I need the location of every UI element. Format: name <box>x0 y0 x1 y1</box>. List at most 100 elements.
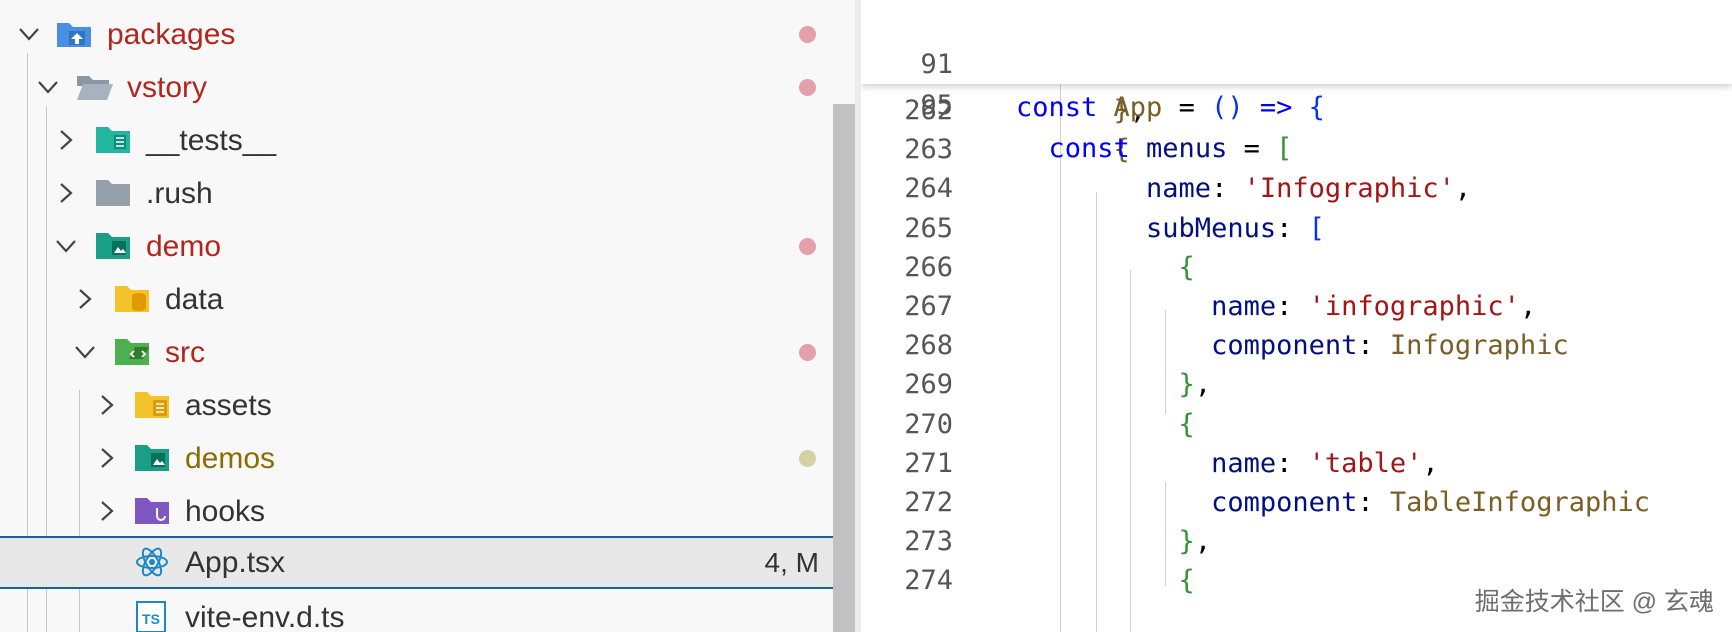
tree-item-label: demos <box>185 442 276 475</box>
code-token: = <box>1227 133 1277 164</box>
code-text: component: TableInfographic <box>1016 481 1650 524</box>
folder-data-icon <box>113 282 151 316</box>
line-number: 273 <box>904 526 953 558</box>
folder-demos-icon <box>133 441 171 475</box>
tree-item-vite-env[interactable]: TS vite-env.d.ts <box>0 591 855 632</box>
indent-guide <box>1130 270 1131 632</box>
line-number: 274 <box>904 565 953 597</box>
tree-item-rush[interactable]: .rush <box>0 167 855 220</box>
code-token: : <box>1276 447 1309 479</box>
code-token: 'Infographic' <box>1243 173 1455 205</box>
explorer-scrollbar[interactable] <box>833 104 855 632</box>
code-token: TableInfographic <box>1389 487 1650 518</box>
code-token: name <box>1016 447 1277 479</box>
code-token: , <box>1454 173 1472 205</box>
code-token: = <box>1162 92 1212 123</box>
code-line[interactable]: 264 name: 'Infographic', <box>861 167 1732 210</box>
code-token: component <box>1016 330 1358 362</box>
chevron-right-icon <box>94 392 120 418</box>
folder-open-icon <box>75 70 113 104</box>
code-text: const App = () => { <box>1016 86 1325 129</box>
folder-icon <box>94 176 132 210</box>
git-modified-dot <box>799 450 816 467</box>
code-token: Infographic <box>1389 330 1569 362</box>
tree-item-src[interactable]: src <box>0 326 855 379</box>
line-number: 272 <box>904 487 953 518</box>
chevron-down-icon <box>16 21 42 47</box>
tree-item-vstory[interactable]: vstory <box>0 61 855 114</box>
indent-guide <box>1165 482 1166 586</box>
code-token: { <box>1016 251 1195 283</box>
tree-item-data[interactable]: data <box>0 273 855 326</box>
tree-item-label: packages <box>107 18 236 51</box>
code-line[interactable]: 270 { <box>861 403 1732 446</box>
folder-assets-icon <box>133 388 171 422</box>
tree-item-label: vstory <box>127 71 208 104</box>
chevron-right-icon <box>53 127 79 153</box>
code-text: }, <box>1016 520 1212 563</box>
git-modified-dot <box>799 79 816 96</box>
code-token: => <box>1259 92 1293 123</box>
tree-item-hooks[interactable]: hooks <box>0 485 855 538</box>
line-number: 267 <box>904 291 953 322</box>
code-text: }, <box>1016 363 1212 406</box>
code-token: , <box>1194 526 1212 558</box>
code-token: , <box>1519 291 1537 322</box>
indent-guide <box>1096 192 1097 632</box>
chevron-right-icon <box>94 498 120 524</box>
typescript-icon: TS <box>133 600 171 632</box>
code-line[interactable]: 266 { <box>861 246 1732 289</box>
code-line[interactable]: 273 }, <box>861 520 1732 563</box>
code-token: { <box>1016 565 1195 597</box>
line-number: 266 <box>904 251 953 283</box>
tree-item-label: hooks <box>185 495 266 528</box>
chevron-right-icon <box>94 445 120 471</box>
tree-item-label: App.tsx <box>185 546 286 579</box>
code-editor[interactable]: 91 const App = () => { 95 const menus = … <box>861 0 1732 632</box>
code-token: component <box>1016 487 1358 518</box>
code-line[interactable]: 263 { <box>861 128 1732 171</box>
code-token: { <box>1016 408 1195 440</box>
code-token: , <box>1422 447 1439 479</box>
code-text: name: 'Infographic', <box>1016 167 1471 210</box>
tree-item-demo[interactable]: demo <box>0 220 855 273</box>
folder-hooks-icon <box>133 494 171 528</box>
code-line[interactable]: 265 subMenus: [ <box>861 207 1732 250</box>
code-token: [ <box>1308 212 1325 244</box>
tree-item-app-tsx[interactable]: App.tsx 4, M <box>0 536 855 589</box>
code-line[interactable]: 269 }, <box>861 363 1732 406</box>
code-token: name <box>1016 173 1212 205</box>
code-token: : <box>1357 487 1390 518</box>
git-modified-dot <box>799 238 816 255</box>
sticky-scroll-header[interactable]: 91 const App = () => { 95 const menus = … <box>861 0 1732 164</box>
code-text: { <box>1016 246 1195 289</box>
code-text: const menus = [ <box>1016 127 1293 170</box>
code-token: const <box>1016 92 1114 123</box>
chevron-right-icon <box>53 180 79 206</box>
code-line[interactable]: 268 component: Infographic <box>861 324 1732 367</box>
code-token: 'infographic' <box>1308 291 1520 322</box>
tree-item-packages[interactable]: packages <box>0 8 855 61</box>
line-number: 95 <box>920 90 953 121</box>
git-modified-dot <box>799 26 816 43</box>
tree-item-demos[interactable]: demos <box>0 432 855 485</box>
code-line[interactable]: 267 name: 'infographic', <box>861 285 1732 328</box>
code-text: { <box>1016 559 1195 602</box>
code-token: subMenus <box>1016 212 1277 244</box>
sticky-line[interactable]: 91 const App = () => { <box>861 0 1732 123</box>
code-token: [ <box>1276 133 1293 164</box>
tree-item-label: assets <box>185 389 272 422</box>
sticky-line[interactable]: 95 const menus = [ <box>861 41 1732 164</box>
code-line[interactable]: 272 component: TableInfographic <box>861 481 1732 524</box>
tree-item-label: data <box>165 283 224 316</box>
code-token: , <box>1194 369 1212 401</box>
code-text: component: Infographic <box>1016 324 1569 367</box>
line-number: 265 <box>904 212 953 244</box>
code-text: { <box>1016 403 1195 446</box>
git-modified-dot <box>799 344 816 361</box>
code-line[interactable]: 271 name: 'table', <box>861 442 1732 485</box>
code-text: subMenus: [ <box>1016 207 1325 250</box>
tree-item-assets[interactable]: assets <box>0 379 855 432</box>
tree-item-tests[interactable]: __tests__ <box>0 114 855 167</box>
